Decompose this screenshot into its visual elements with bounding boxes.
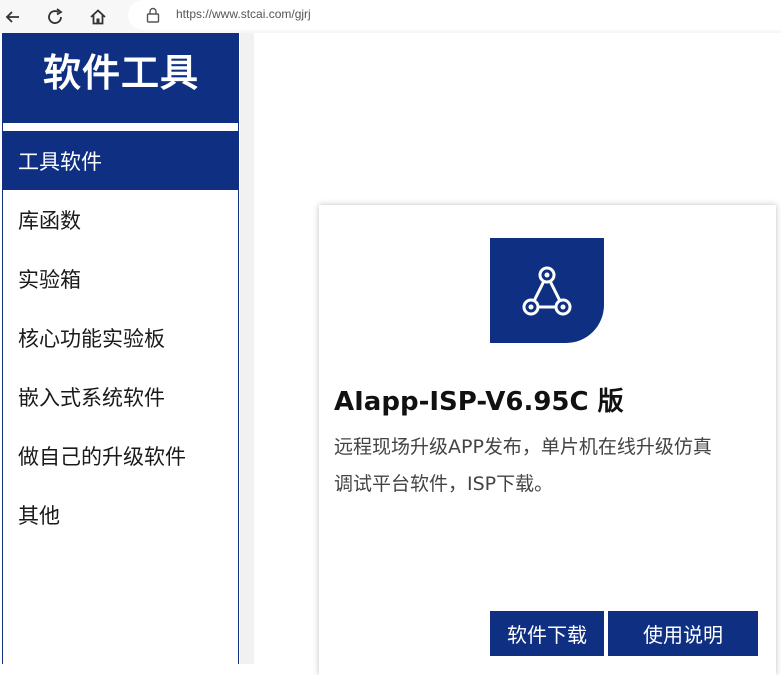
- card-description: 远程现场升级APP发布，单片机在线升级仿真 调试平台软件，ISP下载。: [334, 429, 774, 503]
- back-arrow-icon[interactable]: [0, 4, 26, 30]
- lock-icon[interactable]: [146, 7, 160, 27]
- sidebar-header: 软件工具: [3, 33, 239, 123]
- download-button[interactable]: 软件下载: [490, 611, 604, 656]
- address-bar[interactable]: https://www.stcai.com/gjrj: [128, 0, 781, 30]
- reload-icon[interactable]: [42, 4, 68, 30]
- sidebar-item-upgrade-software[interactable]: 做自己的升级软件: [3, 426, 239, 485]
- software-card: AIapp-ISP-V6.95C 版 远程现场升级APP发布，单片机在线升级仿真…: [319, 205, 776, 675]
- sidebar-item-embedded-software[interactable]: 嵌入式系统软件: [3, 367, 239, 426]
- manual-button[interactable]: 使用说明: [608, 611, 758, 656]
- sidebar-item-core-board[interactable]: 核心功能实验板: [3, 308, 239, 367]
- sidebar-menu: 工具软件 库函数 实验箱 核心功能实验板 嵌入式系统软件 做自己的升级软件 其他: [3, 131, 239, 544]
- card-title: AIapp-ISP-V6.95C 版: [334, 387, 624, 417]
- sidebar-item-library-functions[interactable]: 库函数: [3, 190, 239, 249]
- url-text: https://www.stcai.com/gjrj: [176, 7, 311, 21]
- content-divider: [240, 33, 254, 664]
- sidebar-title: 软件工具: [42, 50, 199, 95]
- sidebar: 软件工具 工具软件 库函数 实验箱 核心功能实验板 嵌入式系统软件 做自己的升级…: [2, 33, 239, 664]
- sidebar-item-tool-software[interactable]: 工具软件: [3, 131, 239, 190]
- home-icon[interactable]: [85, 4, 111, 30]
- share-network-icon: [490, 238, 604, 343]
- sidebar-item-other[interactable]: 其他: [3, 485, 239, 544]
- card-description-line-2: 调试平台软件，ISP下载。: [334, 473, 554, 495]
- browser-toolbar: https://www.stcai.com/gjrj: [0, 0, 781, 33]
- card-description-line-1: 远程现场升级APP发布，单片机在线升级仿真: [334, 436, 712, 458]
- sidebar-item-experiment-box[interactable]: 实验箱: [3, 249, 239, 308]
